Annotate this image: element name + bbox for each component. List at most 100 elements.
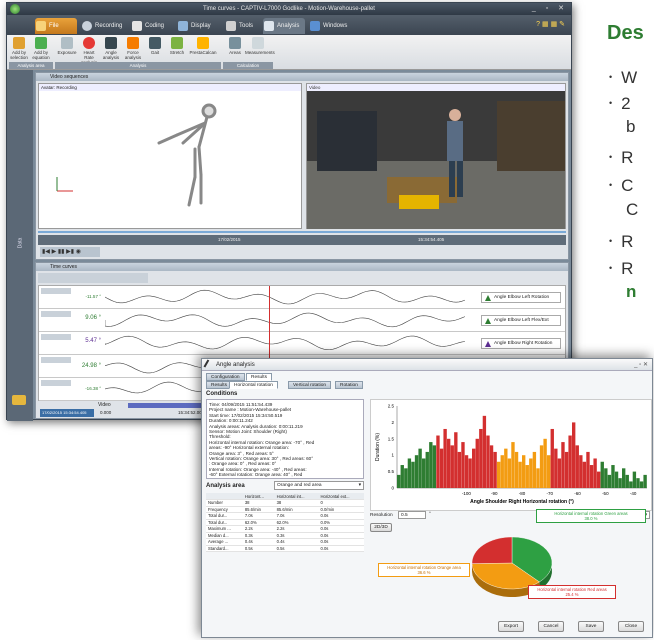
tab-results[interactable]: Results	[246, 373, 272, 381]
curve-label-chip[interactable]: Angle Elbow Left Rotation	[481, 292, 561, 303]
histogram-bar	[447, 438, 451, 488]
curve-row-controls[interactable]	[41, 357, 71, 363]
tab-file[interactable]: File	[35, 18, 77, 34]
gait-button[interactable]: Gait	[145, 37, 165, 55]
curve-value: 9.06 °	[85, 315, 101, 321]
tab-configuration[interactable]: Configuration	[206, 373, 245, 381]
tab-windows[interactable]: Windows	[309, 18, 353, 34]
subtab-vertical-rotation[interactable]: Vertical rotation	[288, 381, 332, 389]
histogram-bar	[429, 442, 433, 488]
x-tick-label: -50	[602, 491, 609, 496]
heart-rate-button[interactable]: Heart Rate analysis	[79, 37, 99, 65]
warehouse-video-frame	[307, 91, 565, 229]
slide-bullet-cont: n	[626, 282, 637, 301]
analysis-area-select[interactable]: Orange and red area ▾	[274, 481, 364, 490]
window-titlebar: Time curves - CAPTIV-L7000 Godlike - Mot…	[7, 3, 571, 15]
close-button[interactable]: Close	[618, 621, 644, 632]
tab-display[interactable]: Display	[177, 18, 219, 34]
playback-date: 17/02/2015	[218, 237, 241, 242]
video-label: Video	[307, 84, 565, 91]
subtab-rotation[interactable]: Rotation	[335, 381, 363, 389]
histogram-bar	[407, 458, 412, 488]
save-button[interactable]: Save	[578, 621, 604, 632]
tab-analysis[interactable]: Analysis	[263, 18, 305, 34]
angle-analysis-button[interactable]: Angle analysis	[101, 37, 121, 60]
measurements-button[interactable]: Measurements	[245, 37, 275, 55]
curve-row[interactable]: 5.47 ° Angle Elbow Right Rotation	[39, 332, 565, 355]
exposure-button[interactable]: Exposure	[57, 37, 77, 55]
tab-tools[interactable]: Tools	[225, 18, 259, 34]
add-by-selection-button[interactable]: Add by selection	[9, 37, 29, 60]
y-tick-label: 1	[391, 453, 394, 458]
angle-triangle-icon	[485, 318, 491, 324]
histogram-bar	[432, 445, 437, 488]
histogram-bar	[475, 438, 479, 488]
curve-label-chip[interactable]: Angle Elbow Right Rotation	[481, 338, 561, 349]
cancel-button[interactable]: Cancel	[538, 621, 564, 632]
slide-bullet: • R	[609, 148, 634, 167]
left-data-strip[interactable]: Data	[7, 70, 33, 421]
folder-icon[interactable]	[12, 395, 26, 405]
curve-label-chip[interactable]: Angle Elbow Left Flex/Ext	[481, 315, 561, 326]
histogram-bar	[611, 465, 615, 488]
pane-title: Video sequences	[50, 74, 89, 80]
curve-waveform	[105, 335, 465, 351]
pie-callout-orange: Horizontal internal rotation Orange area…	[378, 563, 470, 577]
histogram-bar	[400, 465, 404, 488]
histogram-bar	[411, 461, 415, 488]
curve-row[interactable]: 9.06 ° Angle Elbow Left Flex/Ext	[39, 309, 565, 332]
histogram-bar	[572, 422, 576, 488]
avatar-view[interactable]: Avatar: Recording	[38, 83, 302, 229]
histogram-bar	[582, 461, 587, 488]
force-analysis-button[interactable]: Force analysis	[123, 37, 143, 60]
y-tick-label: 0.5	[388, 469, 395, 474]
resolution-unit: °	[429, 512, 431, 517]
exposure-icon	[61, 37, 73, 49]
curve-label: Angle Elbow Right Rotation	[494, 341, 553, 346]
table-cell: 0.5s	[242, 545, 275, 552]
curve-row[interactable]: -11.57 ° Angle Elbow Left Rotation	[39, 286, 565, 309]
resolution-label: Resolution	[370, 513, 393, 518]
table-cell: Standard...	[206, 545, 243, 552]
stretch-button[interactable]: Stretch	[167, 37, 187, 55]
curve-row-controls[interactable]	[41, 311, 71, 317]
data-strip-label: Data	[17, 237, 24, 249]
subtab-horizontal-rotation[interactable]: Horizontal rotation	[229, 381, 278, 389]
histogram-bar	[536, 468, 540, 488]
slide-bullet: • 2	[609, 94, 631, 113]
histogram-bar	[514, 451, 519, 488]
resolution-input[interactable]: 0.5	[398, 511, 426, 519]
histogram-bar	[497, 461, 501, 488]
table-row[interactable]: Standard... 0.5s 0.5s 0.0s	[206, 545, 364, 552]
slide-bullet: • W	[609, 68, 638, 87]
window-controls[interactable]: _ ▫ ✕	[634, 361, 648, 368]
histogram-bar	[504, 448, 508, 488]
tab-coding[interactable]: Coding	[131, 18, 171, 34]
areas-button[interactable]: Areas	[225, 37, 245, 55]
curve-row-controls[interactable]	[41, 334, 71, 340]
curve-row-controls[interactable]	[41, 380, 71, 386]
prestacalcan-button[interactable]: PrestaCalcan	[187, 37, 219, 55]
export-button[interactable]: Export	[498, 621, 524, 632]
toolbar-icons[interactable]: ? ▦ ▦ ✎	[536, 20, 565, 28]
histogram-bar	[454, 432, 458, 488]
table-cell: 0.0s	[318, 545, 364, 552]
playback-controls[interactable]: ▮◀ ▶ ▮▮ ▶▮ ◉	[40, 247, 100, 257]
curves-toolbar[interactable]	[38, 273, 148, 283]
curve-row-controls[interactable]	[41, 288, 71, 294]
timeline-progress[interactable]	[38, 231, 566, 233]
video-view[interactable]: Video	[306, 83, 566, 229]
curve-value: 5.47 °	[85, 338, 101, 344]
histogram-bar	[614, 471, 619, 488]
slide-bullet-cont: b	[626, 117, 636, 136]
add-by-equation-button[interactable]: Add by equation	[31, 37, 51, 60]
angle-triangle-icon	[485, 341, 491, 347]
force-icon	[127, 37, 139, 49]
histogram-bar	[579, 455, 583, 488]
curve-line	[105, 289, 465, 305]
tab-recording[interactable]: Recording	[81, 18, 127, 34]
window-controls[interactable]: _ ▫ ✕	[532, 4, 568, 12]
histogram-bar	[479, 428, 483, 488]
histogram-bar	[547, 455, 551, 488]
toggle-2d3d-button[interactable]: 2D/3D	[370, 523, 392, 532]
